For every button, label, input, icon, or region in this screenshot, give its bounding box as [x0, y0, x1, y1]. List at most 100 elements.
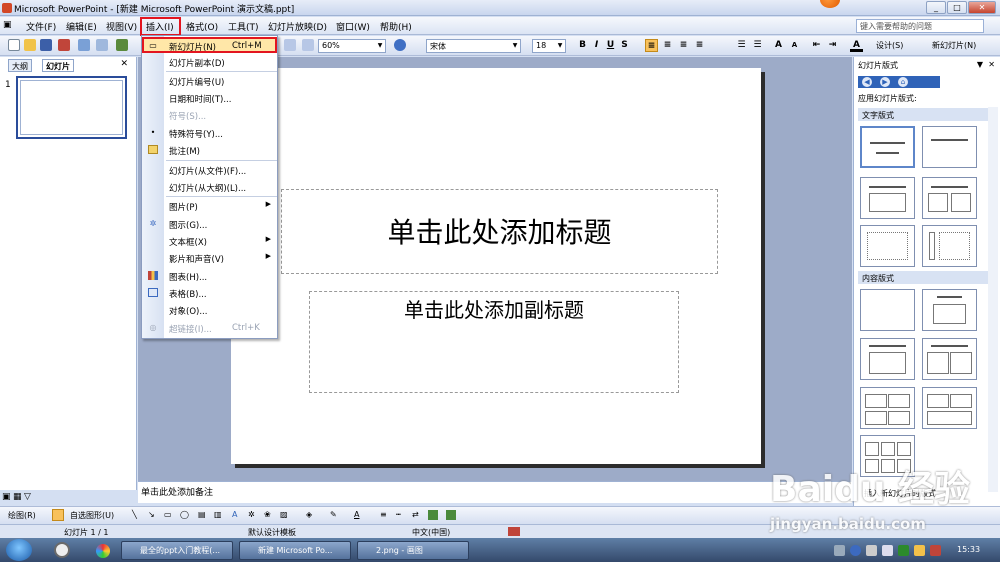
oval-icon[interactable]: ◯: [180, 510, 189, 519]
shadow-style-icon[interactable]: [428, 510, 438, 520]
justify-icon[interactable]: ≡: [693, 39, 706, 52]
taskbar-item-paint[interactable]: 2.png - 画图: [357, 541, 469, 560]
start-button[interactable]: [6, 539, 32, 561]
menu-item-date-time[interactable]: 日期和时间(T)...: [142, 89, 277, 106]
layout-title-two-columns[interactable]: [922, 177, 977, 219]
menu-item-chart[interactable]: 图表(H)...: [142, 267, 277, 284]
select-objects-icon[interactable]: [52, 509, 64, 521]
autoshapes-button[interactable]: 自选图形(U): [70, 510, 114, 521]
line-color-icon[interactable]: ✎: [330, 510, 337, 519]
bullets-icon[interactable]: ☰: [751, 39, 764, 52]
close-icon[interactable]: ✕: [988, 60, 995, 69]
increase-indent-icon[interactable]: ⇥: [826, 39, 839, 52]
font-select[interactable]: 宋体 ▼: [426, 39, 521, 53]
tray-app-icon[interactable]: [914, 545, 925, 556]
new-slide-toolbar-button[interactable]: 新幻灯片(N): [932, 40, 976, 51]
menu-item-new-slide[interactable]: ▭ 新幻灯片(N) Ctrl+M: [142, 37, 277, 54]
table-toolbar-icon[interactable]: [284, 39, 296, 51]
picture-icon[interactable]: ▨: [280, 510, 288, 519]
open-icon[interactable]: [24, 39, 36, 51]
bold-button[interactable]: B: [576, 39, 589, 52]
align-center-icon[interactable]: ≡: [661, 39, 674, 52]
menu-window[interactable]: 窗口(W): [336, 20, 370, 33]
slideshow-view-icon[interactable]: ▽: [24, 492, 31, 502]
draw-menu-button[interactable]: 绘图(R): [8, 510, 36, 521]
menu-item-comment[interactable]: 批注(M): [142, 141, 277, 158]
shadow-button[interactable]: S: [618, 39, 631, 52]
slide-thumbnail[interactable]: [16, 76, 127, 139]
grid-icon[interactable]: [302, 39, 314, 51]
layout-vertical-title-text[interactable]: [922, 225, 977, 267]
tray-security-icon[interactable]: [898, 545, 909, 556]
clipart-icon[interactable]: ❀: [264, 510, 271, 519]
arrow-icon[interactable]: ↘: [148, 510, 155, 519]
menu-tools[interactable]: 工具(T): [228, 20, 259, 33]
fill-color-icon[interactable]: ◈: [306, 510, 312, 519]
decrease-font-icon[interactable]: A: [788, 39, 801, 52]
diagram-icon[interactable]: ✲: [248, 510, 255, 519]
taskbar-item-powerpoint[interactable]: 新建 Microsoft Po...: [239, 541, 351, 560]
menu-file[interactable]: 文件(F): [26, 20, 56, 33]
help-search-input[interactable]: 键入需要帮助的问题: [856, 19, 984, 33]
back-icon[interactable]: ◀: [862, 77, 872, 87]
line-icon[interactable]: ╲: [132, 510, 137, 519]
slide-canvas[interactable]: 单击此处添加标题 单击此处添加副标题: [231, 68, 761, 464]
normal-view-icon[interactable]: ▣: [2, 492, 11, 502]
font-color-icon[interactable]: A: [354, 510, 359, 519]
layout-vertical-text[interactable]: [860, 225, 915, 267]
menu-item-special-symbol[interactable]: • 特殊符号(Y)...: [142, 124, 277, 141]
minimize-button[interactable]: _: [926, 1, 946, 14]
subtitle-placeholder[interactable]: 单击此处添加副标题: [309, 291, 679, 393]
preview-icon[interactable]: [96, 39, 108, 51]
layout-four-content[interactable]: [860, 387, 915, 429]
layout-title-two-content[interactable]: [922, 338, 977, 380]
numbering-icon[interactable]: ☰: [735, 39, 748, 52]
italic-button[interactable]: I: [590, 39, 603, 52]
design-button[interactable]: 设计(S): [876, 40, 903, 51]
menu-item-movies-sounds[interactable]: 影片和声音(V) ▶: [142, 249, 277, 266]
textbox-icon[interactable]: ▤: [198, 510, 206, 519]
align-left-icon[interactable]: ≡: [645, 39, 658, 52]
notes-pane[interactable]: 单击此处添加备注: [138, 481, 852, 503]
zoom-select[interactable]: 60% ▼: [318, 39, 386, 53]
menu-item-textbox[interactable]: 文本框(X) ▶: [142, 232, 277, 249]
tray-flag-icon[interactable]: [930, 545, 941, 556]
maximize-button[interactable]: □: [947, 1, 967, 14]
increase-font-icon[interactable]: A: [772, 39, 785, 52]
arrow-style-icon[interactable]: ⇄: [412, 510, 419, 519]
tab-outline[interactable]: 大纲: [8, 59, 32, 72]
save-icon[interactable]: [40, 39, 52, 51]
menu-item-duplicate-slide[interactable]: 幻灯片副本(D): [142, 53, 277, 70]
tray-network-icon[interactable]: [834, 545, 845, 556]
layout-title-slide[interactable]: [860, 126, 915, 168]
menu-item-object[interactable]: 对象(O)...: [142, 301, 277, 318]
menu-item-slides-from-file[interactable]: 幻灯片(从文件)(F)...: [142, 161, 277, 178]
align-right-icon[interactable]: ≡: [677, 39, 690, 52]
layout-title-content[interactable]: [860, 338, 915, 380]
menu-edit[interactable]: 编辑(E): [66, 20, 97, 33]
tray-help-icon[interactable]: [850, 545, 861, 556]
tab-slides[interactable]: 幻灯片: [42, 59, 74, 72]
layout-content-over[interactable]: [922, 387, 977, 429]
font-size-select[interactable]: 18 ▼: [532, 39, 566, 53]
close-icon[interactable]: ✕: [120, 59, 128, 69]
forward-icon[interactable]: ▶: [880, 77, 890, 87]
layout-blank[interactable]: [860, 289, 915, 331]
3d-style-icon[interactable]: [446, 510, 456, 520]
layout-title-text[interactable]: [860, 177, 915, 219]
menu-item-diagram[interactable]: ✲ 图示(G)...: [142, 215, 277, 232]
underline-button[interactable]: U: [604, 39, 617, 52]
dash-style-icon[interactable]: ┅: [396, 510, 401, 519]
close-button[interactable]: ✕: [968, 1, 996, 14]
menu-help[interactable]: 帮助(H): [380, 20, 412, 33]
permission-icon[interactable]: [58, 39, 70, 51]
tray-display-icon[interactable]: [866, 545, 877, 556]
rectangle-icon[interactable]: ▭: [164, 510, 172, 519]
title-placeholder[interactable]: 单击此处添加标题: [281, 189, 718, 274]
decrease-indent-icon[interactable]: ⇤: [810, 39, 823, 52]
chevron-down-icon[interactable]: ▼: [977, 60, 983, 69]
help-icon[interactable]: [394, 39, 406, 51]
print-icon[interactable]: [78, 39, 90, 51]
menu-slideshow[interactable]: 幻灯片放映(D): [268, 20, 327, 33]
line-style-icon[interactable]: ≡: [380, 510, 387, 519]
